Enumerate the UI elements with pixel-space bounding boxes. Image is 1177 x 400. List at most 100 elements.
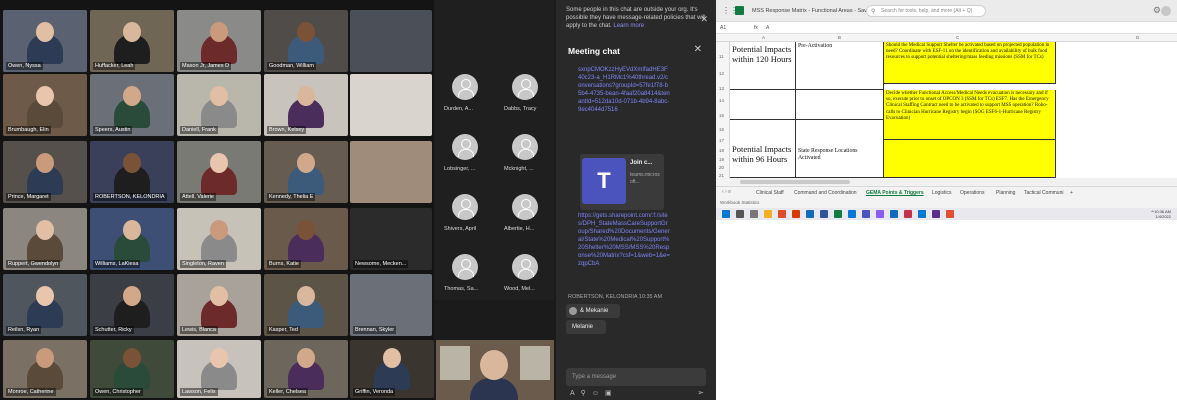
task-view-icon[interactable]	[750, 210, 758, 218]
sheet-tab[interactable]: Planning	[996, 190, 1015, 196]
video-tile[interactable]: Daniell, Frank	[177, 74, 261, 136]
row-number[interactable]: 21	[719, 173, 724, 178]
cell[interactable]: Potential Impacts within 120 Hours	[730, 42, 796, 90]
learn-more-link[interactable]: Learn more	[613, 23, 644, 29]
taskbar-clock[interactable]: 10:36 AM 1/4/2022	[1154, 209, 1171, 219]
chrome-icon[interactable]	[778, 210, 786, 218]
column-header[interactable]: A	[762, 35, 765, 40]
cell[interactable]	[730, 90, 796, 120]
row-number[interactable]: 14	[719, 98, 724, 103]
video-tile[interactable]: Owen, Christopher	[90, 340, 174, 398]
video-tile[interactable]: Keller, Chelsea	[264, 340, 348, 398]
app-icon[interactable]	[946, 210, 954, 218]
video-tile[interactable]: Owen, Nyssa	[3, 10, 87, 72]
scrollbar-thumb[interactable]	[740, 180, 850, 184]
audio-participant[interactable]: Mcknight, ...	[494, 122, 554, 182]
video-tile[interactable]: Reilsn, Ryan	[3, 274, 87, 336]
cell-highlighted[interactable]: Decide whether Functional Access/Medical…	[884, 90, 1056, 140]
video-tile[interactable]: Speers, Austin	[90, 74, 174, 136]
cell[interactable]: State Response Locations Activated	[796, 120, 884, 178]
video-tile[interactable]: Ruppert, Gwendolyn	[3, 208, 87, 270]
video-tile[interactable]: Mason Jr, James D	[177, 10, 261, 72]
sheet-tab[interactable]: Logistics	[932, 190, 951, 196]
add-sheet-icon[interactable]: +	[1070, 190, 1073, 196]
row-number[interactable]: 16	[719, 127, 724, 132]
gear-icon[interactable]: ⚙	[1153, 5, 1161, 16]
cell-highlighted[interactable]: Should the Medical Support Shelter be ac…	[884, 42, 1056, 84]
search-icon[interactable]	[736, 210, 744, 218]
word-icon[interactable]	[820, 210, 828, 218]
video-tile[interactable]	[350, 74, 432, 136]
video-tile[interactable]: Singleton, Raven	[177, 208, 261, 270]
audio-participant[interactable]: Albertie, H...	[494, 182, 554, 242]
sheet-tab[interactable]: Tactical Communi	[1024, 190, 1063, 196]
video-tile[interactable]: Schutter, Ricky	[90, 274, 174, 336]
audio-participant[interactable]: Dabbs, Tracy	[494, 62, 554, 122]
spreadsheet-grid[interactable]: Potential Impacts within 120 Hours Pre-A…	[730, 42, 1177, 178]
audio-participant[interactable]: Durden, A...	[434, 62, 494, 122]
video-tile[interactable]: Brennan, Skyler	[350, 274, 432, 336]
app-icon[interactable]	[890, 210, 898, 218]
video-tile[interactable]: Brumbaugh, Elin	[3, 74, 87, 136]
audio-participant[interactable]: Thomas, Sa...	[434, 242, 494, 302]
video-tile[interactable]: Goodman, William	[264, 10, 348, 72]
horizontal-scrollbar[interactable]	[730, 179, 1177, 185]
sheet-tab-active[interactable]: GEMA Points & Triggers	[866, 190, 924, 196]
video-tile[interactable]: Kennedy, Thelia E	[264, 141, 348, 203]
formula-value[interactable]: A	[766, 22, 769, 34]
video-tile[interactable]: Lewis, Blanca	[177, 274, 261, 336]
send-icon[interactable]: ➢	[697, 388, 704, 397]
video-tile[interactable]: Kasper, Ted	[264, 274, 348, 336]
document-title[interactable]: MSS Response Matrix - Functional Areas -…	[752, 8, 873, 14]
app-icon[interactable]	[876, 210, 884, 218]
audio-participant[interactable]: Lobsinger, ...	[434, 122, 494, 182]
video-tile-camera-off[interactable]: Newsome, Mecken...	[350, 208, 432, 270]
edge-icon[interactable]	[806, 210, 814, 218]
cell[interactable]	[796, 90, 884, 120]
row-number[interactable]: 15	[719, 113, 724, 118]
formula-bar[interactable]: A1 fx A	[716, 22, 1177, 34]
video-tile[interactable]: Griffin, Veronda	[350, 340, 434, 398]
chat-link[interactable]: sxnpCMOKzzHyEVdXmIfadHE3F40c23-a_H1RMc1%…	[578, 66, 670, 114]
row-number[interactable]: 20	[719, 165, 724, 170]
video-tile[interactable]: Huffacker, Leah	[90, 10, 174, 72]
excel-icon[interactable]	[834, 210, 842, 218]
row-number[interactable]: 11	[719, 54, 724, 59]
outlook-icon[interactable]	[848, 210, 856, 218]
audio-participant[interactable]: Wood, Mel...	[494, 242, 554, 302]
sheet-tab[interactable]: Clinical Staff	[756, 190, 784, 196]
name-box[interactable]: A1	[720, 22, 726, 34]
file-explorer-icon[interactable]	[764, 210, 772, 218]
video-tile[interactable]	[350, 141, 432, 203]
status-bar[interactable]: Workbook Statistics	[716, 198, 1177, 208]
cell[interactable]: Pre-Activation	[796, 42, 884, 90]
video-tile[interactable]: Williams, LaKiesa	[90, 208, 174, 270]
teams-icon[interactable]	[862, 210, 870, 218]
column-header[interactable]: B	[838, 35, 841, 40]
sheet-tab[interactable]: Operations	[960, 190, 984, 196]
row-number[interactable]: 17	[719, 138, 724, 143]
search-input[interactable]: ⚲ Search for tools, help, and more (Alt …	[866, 5, 986, 17]
emoji-icon[interactable]: ☺	[592, 390, 605, 397]
link-preview-card[interactable]: T Join c... teams.microsoft...	[580, 154, 664, 210]
video-tile[interactable]: Lawson, Felix	[177, 340, 261, 398]
video-tile[interactable]: Brown, Kelsey	[264, 74, 348, 136]
gif-icon[interactable]: ▣	[605, 390, 618, 397]
app-icon[interactable]	[918, 210, 926, 218]
cell-highlighted[interactable]	[884, 140, 1056, 178]
powerpoint-icon[interactable]	[792, 210, 800, 218]
app-icon[interactable]	[904, 210, 912, 218]
active-speaker-video[interactable]	[436, 340, 554, 400]
close-icon[interactable]: ✕	[700, 14, 708, 25]
chat-link[interactable]: https://gets.sharepoint.com/:f:/sites/DP…	[578, 212, 670, 268]
column-header[interactable]: D	[1136, 35, 1139, 40]
video-tile[interactable]: Burns, Katie	[264, 208, 348, 270]
row-number[interactable]: 19	[719, 157, 724, 162]
video-tile[interactable]: Attell, Valerie	[177, 141, 261, 203]
cell[interactable]: Potential Impacts within 96 Hours	[730, 120, 796, 178]
video-tile[interactable]: Prince, Margaret	[3, 141, 87, 203]
format-icon[interactable]: A	[570, 390, 581, 397]
reaction-pill[interactable]: & Mekanie	[566, 304, 620, 318]
video-tile[interactable]: ROBERTSON, KELONDRIA	[90, 141, 174, 203]
start-icon[interactable]	[722, 210, 730, 218]
